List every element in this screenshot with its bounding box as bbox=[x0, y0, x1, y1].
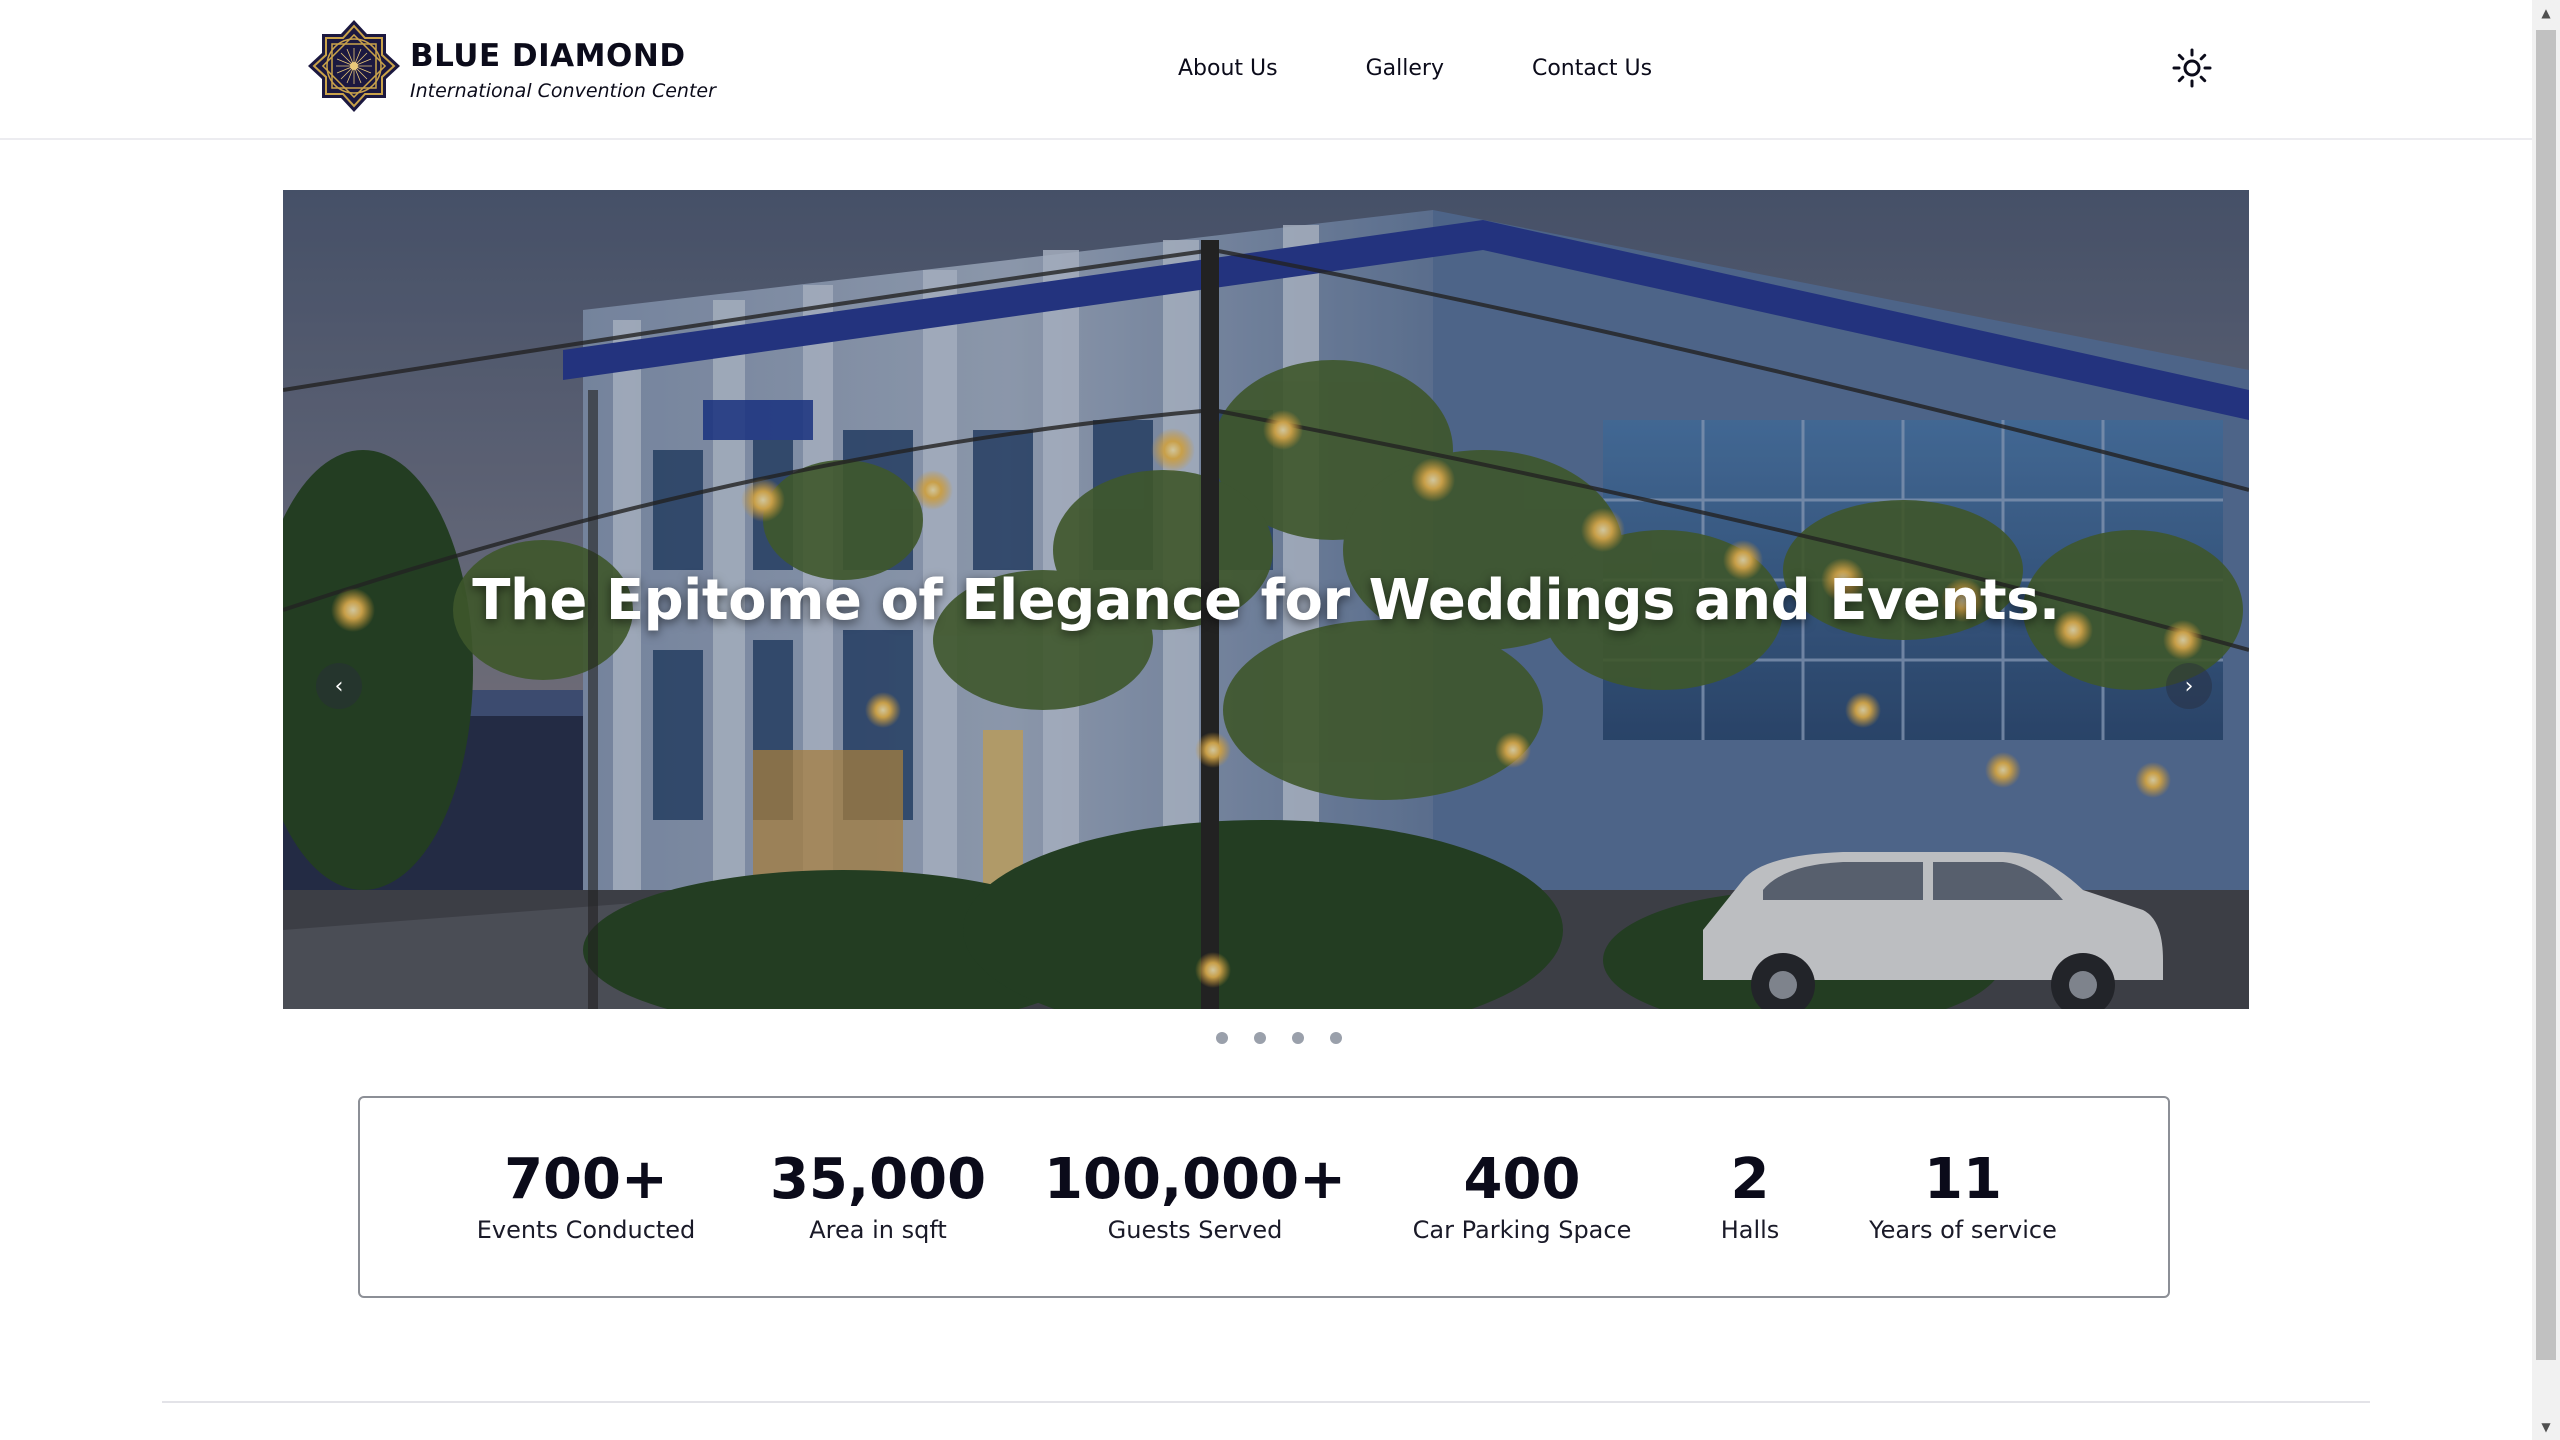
carousel-next-button[interactable]: › bbox=[2166, 663, 2212, 709]
stat-guests: 100,000+ Guests Served bbox=[1044, 1147, 1346, 1245]
brand-tagline: International Convention Center bbox=[410, 80, 716, 102]
hero-carousel[interactable]: The Epitome of Elegance for Weddings and… bbox=[283, 190, 2249, 1009]
brand-logo-icon[interactable] bbox=[306, 18, 402, 114]
stat-label: Halls bbox=[1720, 1216, 1780, 1244]
stat-label: Guests Served bbox=[1107, 1216, 1283, 1244]
stat-label: Events Conducted bbox=[476, 1216, 696, 1244]
carousel-dot-2[interactable] bbox=[1254, 1032, 1266, 1044]
hero-headline: The Epitome of Elegance for Weddings and… bbox=[472, 568, 2060, 633]
brand-name[interactable]: BLUE DIAMOND bbox=[410, 38, 686, 74]
scroll-down-arrow-icon[interactable]: ▼ bbox=[2532, 1414, 2560, 1440]
sun-icon[interactable] bbox=[2172, 48, 2212, 88]
nav-gallery[interactable]: Gallery bbox=[1366, 56, 1444, 81]
page: BLUE DIAMOND International Convention Ce… bbox=[0, 0, 2560, 1440]
stat-value: 700+ bbox=[504, 1147, 668, 1212]
site-header: BLUE DIAMOND International Convention Ce… bbox=[0, 0, 2532, 140]
scrollbar-thumb[interactable] bbox=[2536, 30, 2556, 1360]
stat-parking: 400 Car Parking Space bbox=[1412, 1147, 1632, 1245]
stat-years: 11 Years of service bbox=[1869, 1147, 2057, 1245]
stat-label: Area in sqft bbox=[809, 1216, 947, 1244]
stat-halls: 2 Halls bbox=[1720, 1147, 1780, 1245]
main-nav: About Us Gallery Contact Us bbox=[1178, 56, 1652, 81]
nav-contact-us[interactable]: Contact Us bbox=[1532, 56, 1652, 81]
footer-divider bbox=[162, 1401, 2370, 1403]
stat-area: 35,000 Area in sqft bbox=[769, 1147, 987, 1245]
stat-label: Car Parking Space bbox=[1412, 1216, 1632, 1244]
stat-value: 2 bbox=[1730, 1147, 1770, 1212]
carousel-dot-3[interactable] bbox=[1292, 1032, 1304, 1044]
stat-value: 100,000+ bbox=[1044, 1147, 1346, 1212]
stat-value: 35,000 bbox=[769, 1147, 987, 1212]
scroll-up-arrow-icon[interactable]: ▲ bbox=[2532, 0, 2560, 26]
page-scrollbar[interactable]: ▲ ▼ bbox=[2532, 0, 2560, 1440]
carousel-prev-button[interactable]: ‹ bbox=[316, 663, 362, 709]
stat-label: Years of service bbox=[1869, 1216, 2057, 1244]
nav-about-us[interactable]: About Us bbox=[1178, 56, 1278, 81]
carousel-dots bbox=[1216, 1032, 1342, 1044]
stat-value: 400 bbox=[1463, 1147, 1581, 1212]
carousel-dot-1[interactable] bbox=[1216, 1032, 1228, 1044]
stat-value: 11 bbox=[1924, 1147, 2002, 1212]
stats-panel: 700+ Events Conducted 35,000 Area in sqf… bbox=[358, 1096, 2170, 1298]
stat-events: 700+ Events Conducted bbox=[476, 1147, 696, 1245]
carousel-dot-4[interactable] bbox=[1330, 1032, 1342, 1044]
